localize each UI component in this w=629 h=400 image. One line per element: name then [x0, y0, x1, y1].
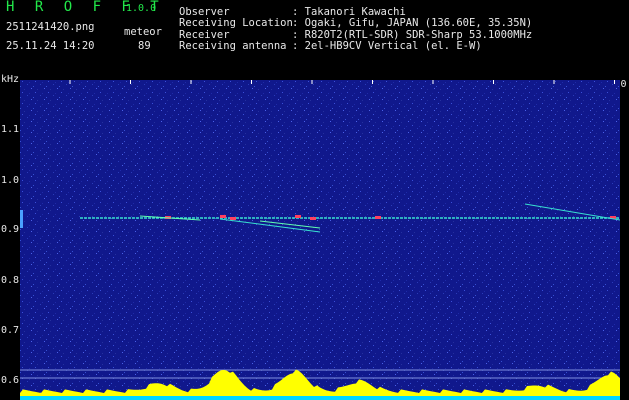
antenna-label: Receiving antenna: [179, 40, 287, 52]
echo-hotspot: [310, 217, 316, 220]
antenna-value: : 2el-HB9CV Vertical (el. E-W): [292, 40, 482, 52]
count-value: 89: [138, 40, 151, 52]
location-label: Receiving Location: [179, 17, 293, 29]
edge-artifact: [20, 210, 23, 228]
y-unit-label: kHz: [1, 74, 20, 85]
app-version: 1.0.0: [126, 3, 157, 14]
echo-hotspot: [375, 216, 381, 219]
datetime: 25.11.24 14:20: [6, 40, 95, 52]
frequency-tick-label: 0.8: [1, 275, 20, 286]
frequency-tick-label: 1.0: [1, 175, 20, 186]
spectrogram: [20, 80, 620, 400]
spectrogram-canvas: [20, 80, 620, 400]
filename: 2511241420.png: [6, 21, 95, 33]
mode-label: meteor: [124, 26, 162, 38]
echo-hotspot: [295, 215, 301, 218]
echo-hotspot: [230, 217, 236, 220]
frequency-tick-label: 0.9: [1, 224, 20, 235]
spectrogram-background: [20, 80, 620, 400]
location-value: : Ogaki, Gifu, JAPAN (136.60E, 35.35N): [292, 17, 533, 29]
frequency-tick-label: 1.1: [1, 124, 20, 135]
header-panel: H R O F F T 1.0.0 2511241420.png meteor …: [0, 0, 629, 58]
frequency-tick-label: 0.7: [1, 325, 20, 336]
echo-hotspot: [220, 215, 226, 218]
frequency-tick-label: 0.6: [1, 375, 20, 386]
